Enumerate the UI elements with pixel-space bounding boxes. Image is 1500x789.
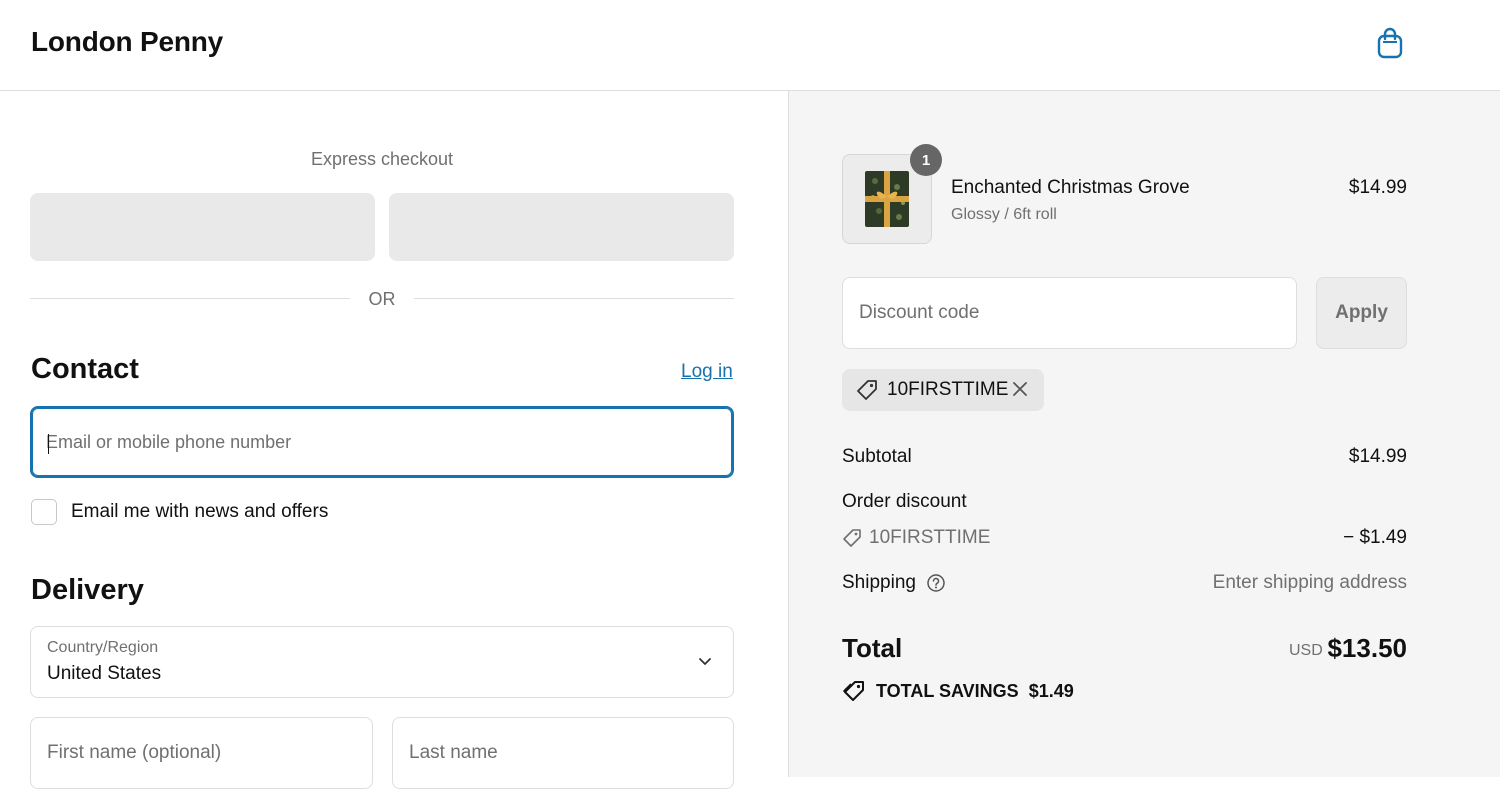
total-currency: USD: [1289, 642, 1323, 659]
savings-tag-icon: [843, 681, 864, 701]
total-value: $13.50: [1327, 633, 1407, 663]
total-savings: TOTAL SAVINGS $1.49: [842, 680, 1074, 702]
divider-right: [414, 298, 734, 299]
delivery-heading: Delivery: [31, 574, 144, 606]
email-field[interactable]: [30, 406, 734, 478]
apply-discount-button[interactable]: Apply: [1316, 277, 1407, 349]
discount-code-input[interactable]: [859, 278, 1279, 348]
express-pay-button-1[interactable]: [30, 193, 375, 261]
country-value: United States: [47, 663, 162, 684]
discount-code-field[interactable]: [842, 277, 1297, 349]
last-name-input[interactable]: [409, 718, 717, 788]
newsletter-checkbox[interactable]: [31, 499, 57, 525]
total-label: Total: [842, 633, 903, 663]
divider-left: [30, 298, 350, 299]
chevron-down-icon: [699, 658, 711, 665]
discount-value: − $1.49: [1343, 527, 1407, 548]
applied-discount-code: 10FIRSTTIME: [887, 379, 1009, 400]
newsletter-label[interactable]: Email me with news and offers: [71, 501, 328, 523]
applied-discount-chip: 10FIRSTTIME: [842, 369, 1044, 411]
order-discount-label: Order discount: [842, 491, 967, 512]
express-pay-button-2[interactable]: [389, 193, 734, 261]
product-name: Enchanted Christmas Grove: [951, 177, 1190, 198]
close-icon[interactable]: [1010, 379, 1030, 399]
product-image: [865, 171, 909, 227]
subtotal-value: $14.99: [1348, 446, 1407, 467]
shipping-value: Enter shipping address: [1212, 572, 1407, 593]
help-circle-icon[interactable]: [926, 573, 946, 593]
cart-button[interactable]: [1372, 24, 1408, 62]
last-name-field[interactable]: [392, 717, 734, 789]
or-divider-text: OR: [368, 289, 396, 309]
country-select[interactable]: Country/Region United States: [30, 626, 734, 698]
express-checkout-label: Express checkout: [310, 149, 454, 169]
savings-label: TOTAL SAVINGS: [876, 680, 1019, 701]
discount-code-label: 10FIRSTTIME: [869, 527, 991, 548]
product-price: $14.99: [1348, 177, 1407, 198]
quantity-badge: 1: [910, 144, 942, 176]
tag-icon: [843, 529, 861, 547]
first-name-field[interactable]: [30, 717, 373, 789]
shipping-label: Shipping: [842, 572, 916, 593]
country-label: Country/Region: [47, 639, 159, 656]
text-caret: [48, 434, 49, 454]
email-input[interactable]: [46, 408, 716, 476]
product-variant: Glossy / 6ft roll: [951, 206, 1057, 223]
first-name-input[interactable]: [47, 718, 356, 788]
store-logo[interactable]: London Penny: [31, 26, 223, 58]
order-summary: 1 Enchanted Christmas Grove Glossy / 6ft…: [788, 91, 1500, 777]
savings-value: $1.49: [1028, 680, 1074, 701]
tag-icon: [857, 380, 877, 400]
log-in-link[interactable]: Log in: [681, 361, 733, 383]
site-header: London Penny: [0, 0, 1500, 91]
shopping-bag-icon: [1377, 27, 1403, 59]
subtotal-label: Subtotal: [842, 446, 912, 467]
checkout-form: Express checkout OR Contact Log in Email…: [0, 91, 788, 789]
contact-heading: Contact: [31, 353, 139, 385]
